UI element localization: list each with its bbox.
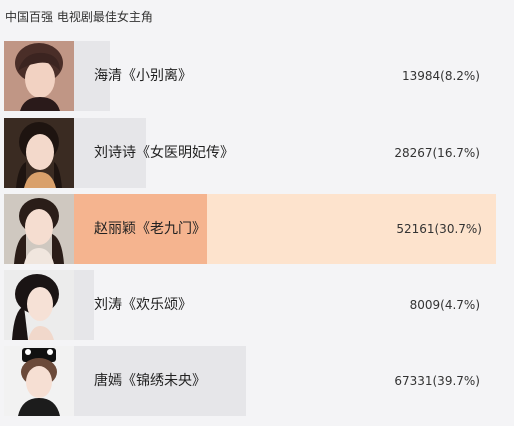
avatar [4,41,74,111]
candidate-votes: 52161(30.7%) [396,222,482,236]
avatar [4,118,74,188]
candidate-row-3[interactable]: 赵丽颖《老九门》 52161(30.7%) [4,194,496,264]
candidate-name: 刘涛《欢乐颂》 [94,297,192,313]
candidate-votes: 28267(16.7%) [394,146,480,160]
candidate-name: 唐嫣《锦绣未央》 [94,373,206,389]
candidate-name: 海清《小别离》 [94,68,192,84]
candidate-row-5[interactable]: 唐嫣《锦绣未央》 67331(39.7%) [4,346,496,416]
candidate-votes: 8009(4.7%) [409,298,480,312]
candidate-votes: 67331(39.7%) [394,374,480,388]
candidate-row-4[interactable]: 刘涛《欢乐颂》 8009(4.7%) [4,270,496,340]
candidate-row-1[interactable]: 海清《小别离》 13984(8.2%) [4,41,496,111]
avatar [4,270,74,340]
vote-share-bar [74,270,94,340]
candidate-name: 赵丽颖《老九门》 [94,221,206,237]
avatar [4,346,74,416]
candidate-name: 刘诗诗《女医明妃传》 [94,145,234,161]
candidate-votes: 13984(8.2%) [401,69,480,83]
candidate-row-2[interactable]: 刘诗诗《女医明妃传》 28267(16.7%) [4,118,496,188]
avatar [4,194,74,264]
candidate-list: 海清《小别离》 13984(8.2%) 刘诗诗《女医明妃传》 28267(16.… [0,0,514,426]
